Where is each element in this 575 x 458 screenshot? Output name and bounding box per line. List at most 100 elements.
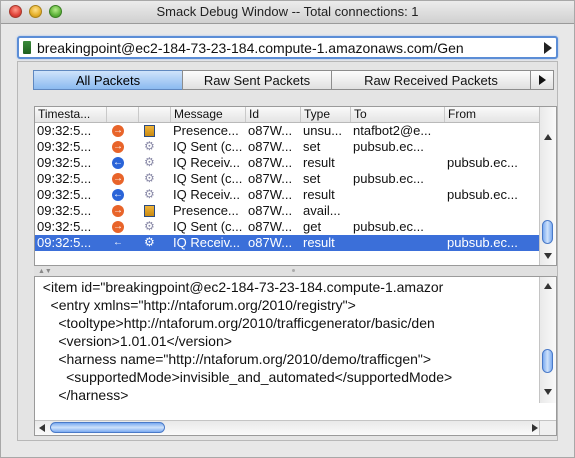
column-header-direction[interactable] [107,107,139,122]
direction-cell [107,139,139,155]
connection-selector[interactable]: breakingpoint@ec2-184-73-23-184.compute-… [17,36,558,59]
from-cell [445,219,540,235]
id-cell: o87W... [248,139,293,154]
outgoing-arrow-icon [112,171,124,187]
column-header-message[interactable]: Message [171,107,246,122]
column-header-from[interactable]: From [445,107,540,122]
xml-line: <item id="breakingpoint@ec2-184-73-23-18… [35,279,444,295]
tabs-overflow-arrow-icon[interactable] [530,70,554,90]
scroll-thumb[interactable] [542,220,553,244]
divider-grip-icon [292,269,295,272]
type-cell: avail... [303,203,341,218]
table-row[interactable]: 09:32:5... IQ Receiv... o87W... result pubsu… [35,187,540,203]
connection-selector-value: breakingpoint@ec2-184-73-23-184.compute-… [37,40,464,56]
incoming-arrow-icon [112,155,124,171]
message-cell: IQ Sent (c... [173,219,243,234]
scroll-right-arrow-icon[interactable] [532,424,538,432]
iq-gear-icon [144,235,155,250]
xml-vertical-scrollbar[interactable] [539,277,556,403]
tab-all-packets[interactable]: All Packets [33,70,183,90]
message-cell: IQ Receiv... [173,155,240,170]
outgoing-arrow-icon [112,203,124,219]
from-cell: pubsub.ec... [447,235,518,250]
connection-panel: All Packets Raw Sent Packets Raw Receive… [17,61,558,441]
from-cell [445,123,540,139]
xml-line: <entry xmlns="http://ntaforum.org/2010/r… [35,297,356,313]
to-cell: ntafbot2@e... [353,123,432,138]
direction-cell [107,187,139,203]
table-row[interactable]: 09:32:5... IQ Sent (c... o87W... get pubsub.… [35,219,540,235]
type-cell: unsu... [303,123,343,138]
presence-icon [144,125,155,137]
scroll-down-arrow-icon[interactable] [544,253,552,259]
id-cell: o87W... [248,155,293,170]
packets-table[interactable]: Timesta... Message Id Type To From 09:32… [34,106,557,266]
xml-line: <tooltype>http://ntaforum.org/2010/traff… [35,315,435,331]
window-title: Smack Debug Window -- Total connections:… [156,4,419,19]
direction-cell [107,123,139,139]
column-header-to[interactable]: To [351,107,445,122]
split-pane-divider[interactable]: ▲▼ [34,266,557,276]
column-header-timestamp[interactable]: Timesta... [35,107,107,122]
scroll-left-arrow-icon[interactable] [39,424,45,432]
iq-gear-icon [144,171,155,186]
incoming-arrow-icon [112,187,124,203]
packet-type-cell [139,235,171,251]
message-cell: IQ Sent (c... [173,171,243,186]
type-cell: result [303,235,335,250]
table-row[interactable]: 09:32:5... IQ Receiv... o87W... result pubsu… [35,155,540,171]
from-cell [445,139,540,155]
to-cell [351,155,445,171]
time-cell: 09:32:5... [37,155,92,170]
scroll-down-arrow-icon[interactable] [544,389,552,395]
id-cell: o87W... [248,123,293,138]
iq-gear-icon [144,155,155,170]
packet-xml-view[interactable]: <item id="breakingpoint@ec2-184-73-23-18… [34,276,557,436]
tab-raw-received-packets[interactable]: Raw Received Packets [331,70,531,90]
scroll-up-arrow-icon[interactable] [544,283,552,289]
id-cell: o87W... [248,219,293,234]
time-cell: 09:32:5... [37,219,92,234]
column-header-id[interactable]: Id [246,107,301,122]
packet-type-cell [139,203,171,219]
table-row[interactable]: 09:32:5... Presence... o87W... unsu... ntafb… [35,123,540,139]
dropdown-arrow-icon[interactable] [544,42,552,54]
direction-cell [107,235,139,251]
tab-raw-sent-packets[interactable]: Raw Sent Packets [182,70,332,90]
table-row[interactable]: 09:32:5... IQ Sent (c... o87W... set pubsub.… [35,139,540,155]
iq-gear-icon [144,219,155,234]
from-cell [445,203,540,219]
outgoing-arrow-icon [112,219,124,235]
direction-cell [107,155,139,171]
outgoing-arrow-icon [112,139,124,155]
xml-horizontal-scrollbar[interactable] [35,420,542,435]
time-cell: 09:32:5... [37,139,92,154]
column-header-type-icon[interactable] [139,107,171,122]
message-cell: Presence... [173,123,239,138]
collapse-arrows-icon[interactable]: ▲▼ [38,268,52,275]
type-cell: get [303,219,322,234]
title-bar[interactable]: Smack Debug Window -- Total connections:… [1,1,574,24]
table-row[interactable]: 09:32:5... IQ Receiv... o87W... result pubsu… [35,235,540,251]
time-cell: 09:32:5... [37,187,92,202]
time-cell: 09:32:5... [37,171,92,186]
column-header-type[interactable]: Type [301,107,351,122]
table-row[interactable]: 09:32:5... IQ Sent (c... o87W... set pubsub.… [35,171,540,187]
incoming-arrow-icon [112,235,124,251]
packets-vertical-scrollbar[interactable] [539,107,556,265]
table-row[interactable]: 09:32:5... Presence... o87W... avail... [35,203,540,219]
to-cell [351,187,445,203]
packet-type-cell [139,219,171,235]
id-cell: o87W... [248,203,293,218]
from-cell: pubsub.ec... [447,187,518,202]
xml-line: <supportedMode>invisible_and_automated</… [35,369,453,385]
type-cell: result [303,155,335,170]
to-cell: pubsub.ec... [353,139,424,154]
message-cell: Presence... [173,203,239,218]
time-cell: 09:32:5... [37,235,92,250]
to-cell: pubsub.ec... [353,171,424,186]
scroll-up-arrow-icon[interactable] [544,134,552,140]
scroll-thumb[interactable] [50,422,165,433]
scroll-thumb[interactable] [542,349,553,373]
type-cell: result [303,187,335,202]
